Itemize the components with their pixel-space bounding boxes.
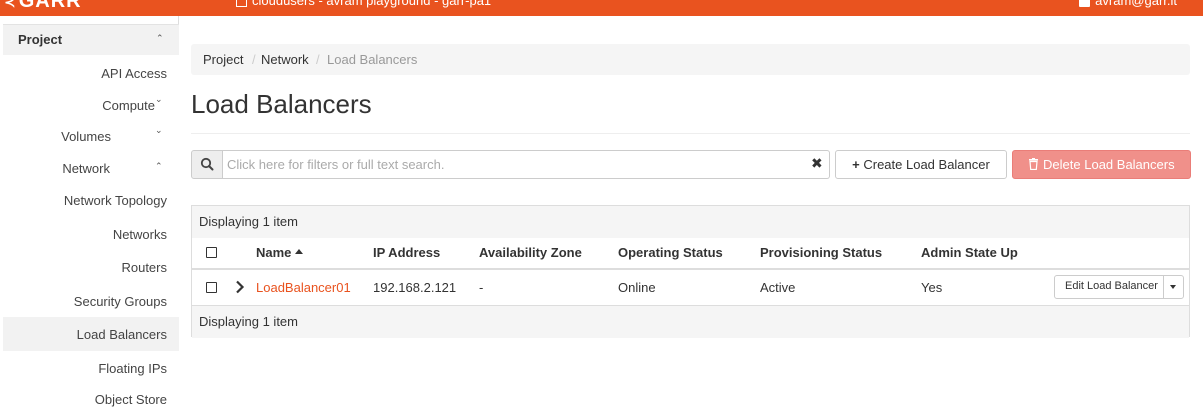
- select-all-checkbox[interactable]: [206, 247, 217, 258]
- brand-text: GARR: [18, 0, 82, 12]
- provisioning-status-cell: Active: [760, 280, 796, 295]
- load-balancers-table: Displaying 1 item Name IP Address Availa…: [191, 205, 1190, 338]
- row-actions-group: Edit Load Balancer: [1054, 275, 1184, 299]
- user-icon: [1079, 0, 1091, 8]
- row-checkbox[interactable]: [206, 282, 217, 293]
- column-name-label: Name: [256, 245, 292, 260]
- column-operating-status[interactable]: Operating Status: [618, 245, 723, 260]
- sidebar-divider: [178, 16, 179, 24]
- load-balancer-name-link[interactable]: LoadBalancer01: [256, 280, 351, 295]
- dropdown-caret-icon[interactable]: [1170, 285, 1176, 289]
- sidebar-item-volumes[interactable]: Volumes: [61, 129, 111, 144]
- sidebar-item-security-groups[interactable]: Security Groups: [74, 294, 167, 309]
- chevron-down-icon: ⌄: [155, 125, 163, 135]
- search-icon: [200, 157, 214, 171]
- column-name[interactable]: Name: [256, 245, 304, 260]
- sidebar-item-load-balancers[interactable]: Load Balancers: [77, 327, 167, 342]
- column-availability-zone[interactable]: Availability Zone: [479, 245, 582, 260]
- breadcrumb-separator: /: [316, 52, 320, 67]
- sidebar-section-label: Project: [18, 32, 63, 47]
- admin-state-cell: Yes: [921, 280, 943, 295]
- availability-zone-cell: -: [479, 280, 484, 295]
- brand-logo[interactable]: ≺ GARR: [4, 0, 82, 13]
- project-icon: [236, 0, 247, 8]
- item-count-text: Displaying 1 item: [199, 214, 298, 229]
- chevron-up-icon: ⌃: [156, 33, 164, 43]
- sidebar-section-project[interactable]: Project ⌃: [3, 24, 179, 55]
- breadcrumb-current: Load Balancers: [327, 52, 418, 67]
- sidebar-item-routers[interactable]: Routers: [121, 260, 167, 275]
- sort-ascending-icon: [295, 249, 304, 254]
- sidebar-item-compute[interactable]: Compute: [102, 98, 155, 113]
- plus-icon: +: [852, 157, 860, 172]
- search-addon[interactable]: [191, 150, 223, 179]
- sidebar-item-api-access[interactable]: API Access: [101, 66, 167, 81]
- sidebar-item-networks[interactable]: Networks: [113, 227, 167, 242]
- sidebar-item-floating-ips[interactable]: Floating IPs: [98, 361, 167, 376]
- search-bar: ✖: [191, 150, 831, 179]
- column-ip-address[interactable]: IP Address: [373, 245, 440, 260]
- breadcrumb-network[interactable]: Network: [261, 52, 309, 67]
- ip-address-cell: 192.168.2.121: [373, 280, 457, 295]
- chevron-right-icon[interactable]: [235, 280, 245, 294]
- sidebar-item-network-topology[interactable]: Network Topology: [64, 193, 167, 208]
- column-admin-state-up[interactable]: Admin State Up: [921, 245, 1018, 260]
- table-count-bottom: Displaying 1 item: [192, 306, 1189, 338]
- sidebar-item-object-store[interactable]: Object Store: [95, 392, 167, 407]
- chevron-down-icon: ⌄: [155, 94, 163, 104]
- operating-status-cell: Online: [618, 280, 656, 295]
- page-title: Load Balancers: [191, 89, 372, 119]
- logo-icon: ≺: [4, 0, 17, 10]
- top-navbar: ≺ GARR cloudusers - avram playground - ga…: [0, 0, 1203, 16]
- user-menu-label: avram@garr.it: [1095, 0, 1177, 8]
- sidebar-item-network[interactable]: Network: [62, 161, 110, 176]
- edit-load-balancer-button[interactable]: Edit Load Balancer: [1065, 280, 1158, 292]
- delete-load-balancers-button[interactable]: Delete Load Balancers: [1012, 150, 1191, 179]
- breadcrumb-project[interactable]: Project: [203, 52, 243, 67]
- user-menu[interactable]: avram@garr.it: [1079, 0, 1177, 8]
- delete-load-balancers-label: Delete Load Balancers: [1043, 157, 1175, 172]
- create-load-balancer-label: Create Load Balancer: [863, 157, 990, 172]
- split-divider: [1163, 276, 1164, 298]
- title-divider: [191, 133, 1190, 134]
- column-provisioning-status[interactable]: Provisioning Status: [760, 245, 882, 260]
- create-load-balancer-button[interactable]: + Create Load Balancer: [835, 150, 1007, 179]
- project-selector-label: cloudusers - avram playground - garr-pa1: [252, 0, 492, 8]
- project-selector[interactable]: cloudusers - avram playground - garr-pa1: [236, 0, 491, 8]
- search-input[interactable]: [223, 150, 830, 179]
- chevron-up-icon: ⌃: [155, 161, 163, 171]
- table-count-top: Displaying 1 item: [192, 206, 1189, 238]
- sidebar: Project ⌃ API Access Compute ⌄ Volumes ⌄…: [0, 16, 179, 407]
- header-divider: [192, 268, 1189, 270]
- clear-icon[interactable]: ✖: [811, 155, 823, 172]
- item-count-text: Displaying 1 item: [199, 314, 298, 329]
- trash-icon: [1029, 158, 1039, 171]
- breadcrumb-separator: /: [252, 52, 256, 67]
- breadcrumb: Project / Network / Load Balancers: [191, 44, 1190, 75]
